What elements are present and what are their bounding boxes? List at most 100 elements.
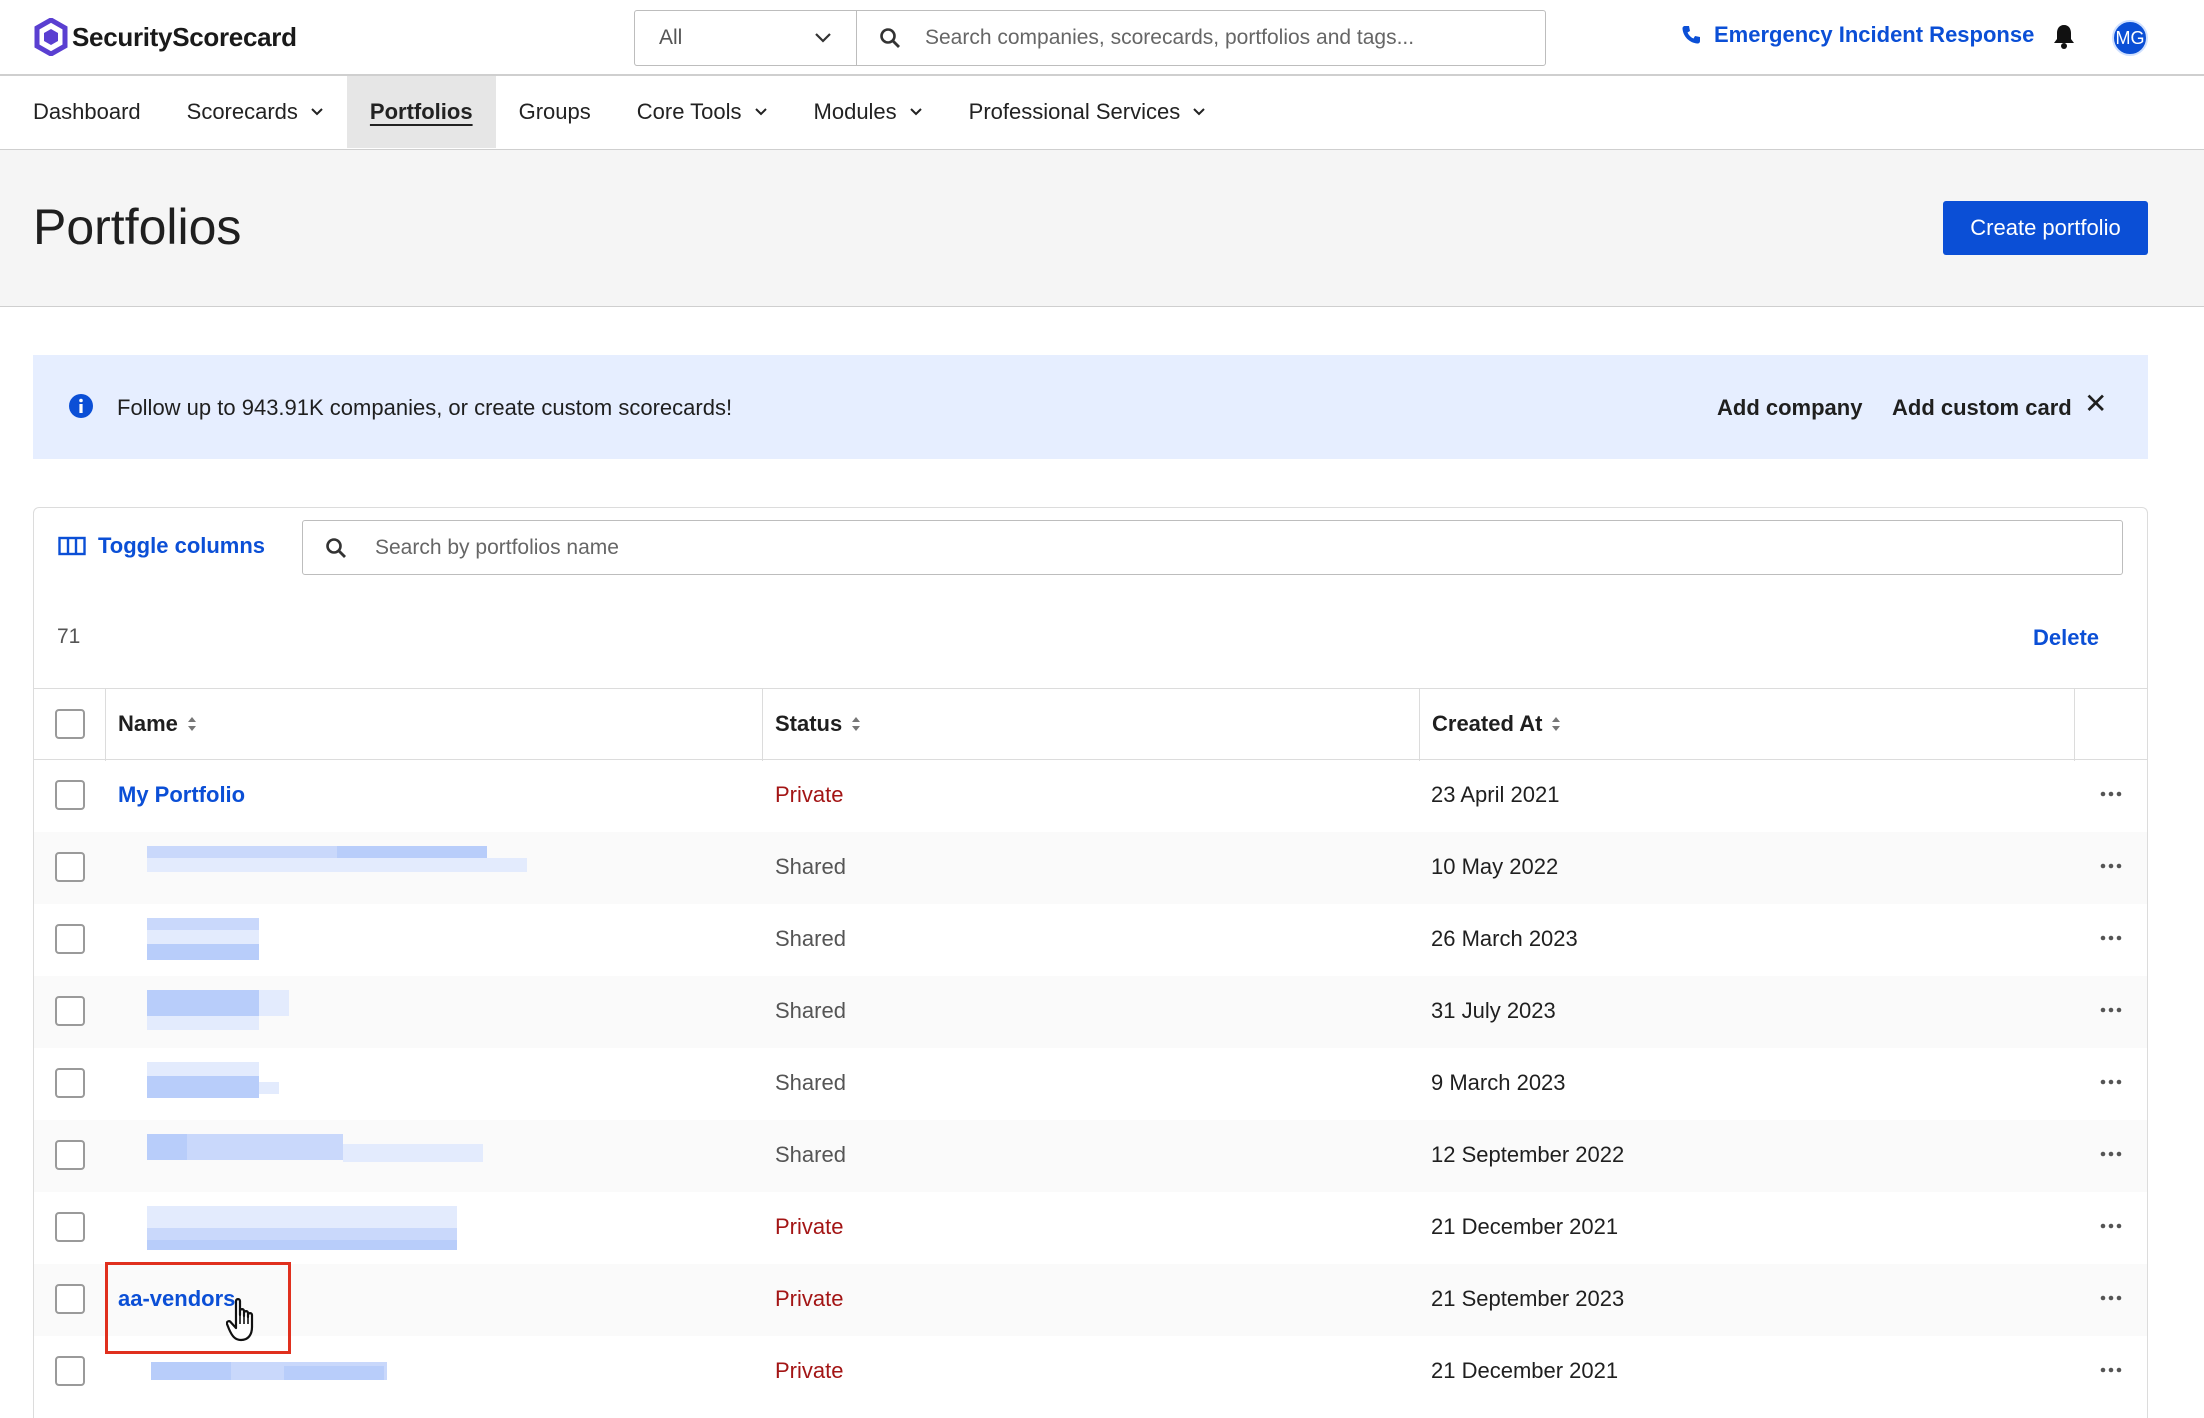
portfolio-search-input[interactable]: Search by portfolios name xyxy=(302,520,2123,575)
redaction-block xyxy=(147,990,259,1016)
add-company-link[interactable]: Add company xyxy=(1717,395,1862,421)
redaction-block xyxy=(147,1134,187,1160)
info-icon xyxy=(69,394,93,418)
row-checkbox[interactable] xyxy=(55,996,85,1026)
result-count: 71 xyxy=(57,625,81,648)
chevron-down-icon xyxy=(754,108,767,116)
row-checkbox[interactable] xyxy=(55,1284,85,1314)
chevron-down-icon xyxy=(311,108,323,116)
redaction-block xyxy=(147,1016,259,1030)
created-at-cell: 10 May 2022 xyxy=(1431,854,1559,879)
column-header-status[interactable]: Status xyxy=(775,711,862,737)
redaction-block xyxy=(147,858,527,872)
avatar-initials: MG xyxy=(2115,27,2145,48)
column-header-created-at[interactable]: Created At xyxy=(1432,711,1562,737)
created-at-cell: 21 December 2021 xyxy=(1431,1214,1619,1239)
select-all-checkbox[interactable] xyxy=(55,709,85,739)
column-divider xyxy=(1419,689,1420,761)
notifications-bell-icon[interactable] xyxy=(2052,22,2076,50)
redaction-block xyxy=(284,1366,384,1380)
status-cell: Private xyxy=(775,782,844,807)
created-at-cell: 21 December 2021 xyxy=(1431,1358,1619,1383)
nav-modules[interactable]: Modules xyxy=(791,76,946,148)
more-options-icon[interactable] xyxy=(2099,1358,2123,1382)
table-header: Name Status Created At xyxy=(34,688,2147,761)
nav-scorecards[interactable]: Scorecards xyxy=(164,76,347,148)
created-at-cell: 9 March 2023 xyxy=(1431,1070,1566,1095)
row-checkbox[interactable] xyxy=(55,780,85,810)
info-banner: Follow up to 943.91K companies, or creat… xyxy=(33,355,2148,459)
nav-dashboard[interactable]: Dashboard xyxy=(0,76,164,148)
search-icon xyxy=(326,537,346,558)
column-divider xyxy=(2074,689,2075,761)
hand-pointer-icon xyxy=(226,1298,254,1342)
emergency-incident-link[interactable]: Emergency Incident Response xyxy=(1680,22,2034,48)
row-checkbox[interactable] xyxy=(55,924,85,954)
nav-core-tools[interactable]: Core Tools xyxy=(614,76,791,148)
row-checkbox[interactable] xyxy=(55,852,85,882)
nav-groups-label: Groups xyxy=(518,99,591,124)
nav-professional-services-label: Professional Services xyxy=(968,99,1181,124)
toggle-columns-label: Toggle columns xyxy=(98,533,266,558)
column-divider xyxy=(762,689,763,761)
column-header-name[interactable]: Name xyxy=(118,711,198,737)
nav-portfolios-label: Portfolios xyxy=(369,99,473,124)
row-checkbox[interactable] xyxy=(55,1356,85,1386)
delete-button[interactable]: Delete xyxy=(2033,625,2099,651)
nav-portfolios[interactable]: Portfolios xyxy=(346,76,496,148)
more-options-icon[interactable] xyxy=(2099,1070,2123,1094)
global-search: All Search companies, scorecards, portfo… xyxy=(634,10,1546,66)
more-options-icon[interactable] xyxy=(2099,998,2123,1022)
table-row: Shared 26 March 2023 xyxy=(34,904,2147,976)
more-options-icon[interactable] xyxy=(2099,1286,2123,1310)
brand-logo[interactable]: SecurityScorecard xyxy=(34,17,297,57)
more-options-icon[interactable] xyxy=(2099,1214,2123,1238)
global-search-placeholder: Search companies, scorecards, portfolios… xyxy=(925,26,1415,49)
highlight-box xyxy=(105,1262,291,1354)
chevron-down-icon xyxy=(909,108,922,116)
nav-professional-services[interactable]: Professional Services xyxy=(946,76,1230,148)
column-divider xyxy=(105,689,106,761)
row-checkbox[interactable] xyxy=(55,1140,85,1170)
banner-text: Follow up to 943.91K companies, or creat… xyxy=(117,395,733,420)
search-scope-select[interactable]: All xyxy=(635,11,857,65)
column-header-created-at-label: Created At xyxy=(1432,711,1543,736)
sort-icon xyxy=(187,717,196,731)
status-cell: Shared xyxy=(775,926,846,951)
column-header-name-label: Name xyxy=(118,711,178,736)
more-options-icon[interactable] xyxy=(2099,782,2123,806)
top-bar: SecurityScorecard All Search companies, … xyxy=(0,0,2204,76)
chevron-down-icon xyxy=(815,33,831,43)
more-options-icon[interactable] xyxy=(2099,1142,2123,1166)
table-row: aa-vendors Private 21 September 2023 xyxy=(34,1264,2147,1336)
sort-icon xyxy=(1552,717,1561,731)
redaction-block xyxy=(147,1076,259,1098)
global-search-input[interactable]: Search companies, scorecards, portfolios… xyxy=(857,26,1545,50)
add-custom-card-link[interactable]: Add custom card xyxy=(1892,395,2072,421)
created-at-cell: 26 March 2023 xyxy=(1431,926,1578,951)
more-options-icon[interactable] xyxy=(2099,926,2123,950)
main-nav: Dashboard Scorecards Portfolios Groups C… xyxy=(0,76,2204,150)
portfolio-name-link[interactable]: My Portfolio xyxy=(118,782,245,808)
nav-groups[interactable]: Groups xyxy=(496,76,614,148)
more-options-icon[interactable] xyxy=(2099,854,2123,878)
redaction-block xyxy=(259,990,289,1016)
created-at-cell: 21 September 2023 xyxy=(1431,1286,1625,1311)
status-cell: Private xyxy=(775,1286,844,1311)
toggle-columns-button[interactable]: Toggle columns xyxy=(58,533,265,559)
row-checkbox[interactable] xyxy=(55,1068,85,1098)
close-icon[interactable]: ✕ xyxy=(2084,387,2107,420)
status-cell: Shared xyxy=(775,1070,846,1095)
logo-mark-icon xyxy=(34,18,68,56)
table-row: Shared 31 July 2023 xyxy=(34,976,2147,1048)
search-scope-value: All xyxy=(659,26,683,49)
user-avatar[interactable]: MG xyxy=(2112,20,2148,56)
row-checkbox[interactable] xyxy=(55,1212,85,1242)
nav-core-tools-label: Core Tools xyxy=(636,99,742,124)
create-portfolio-button[interactable]: Create portfolio xyxy=(1943,201,2148,255)
status-cell: Shared xyxy=(775,998,846,1023)
table-row: Private 21 December 2021 xyxy=(34,1336,2147,1408)
redaction-block xyxy=(343,1144,483,1162)
portfolio-search-placeholder: Search by portfolios name xyxy=(375,535,619,559)
redaction-block xyxy=(147,944,259,960)
